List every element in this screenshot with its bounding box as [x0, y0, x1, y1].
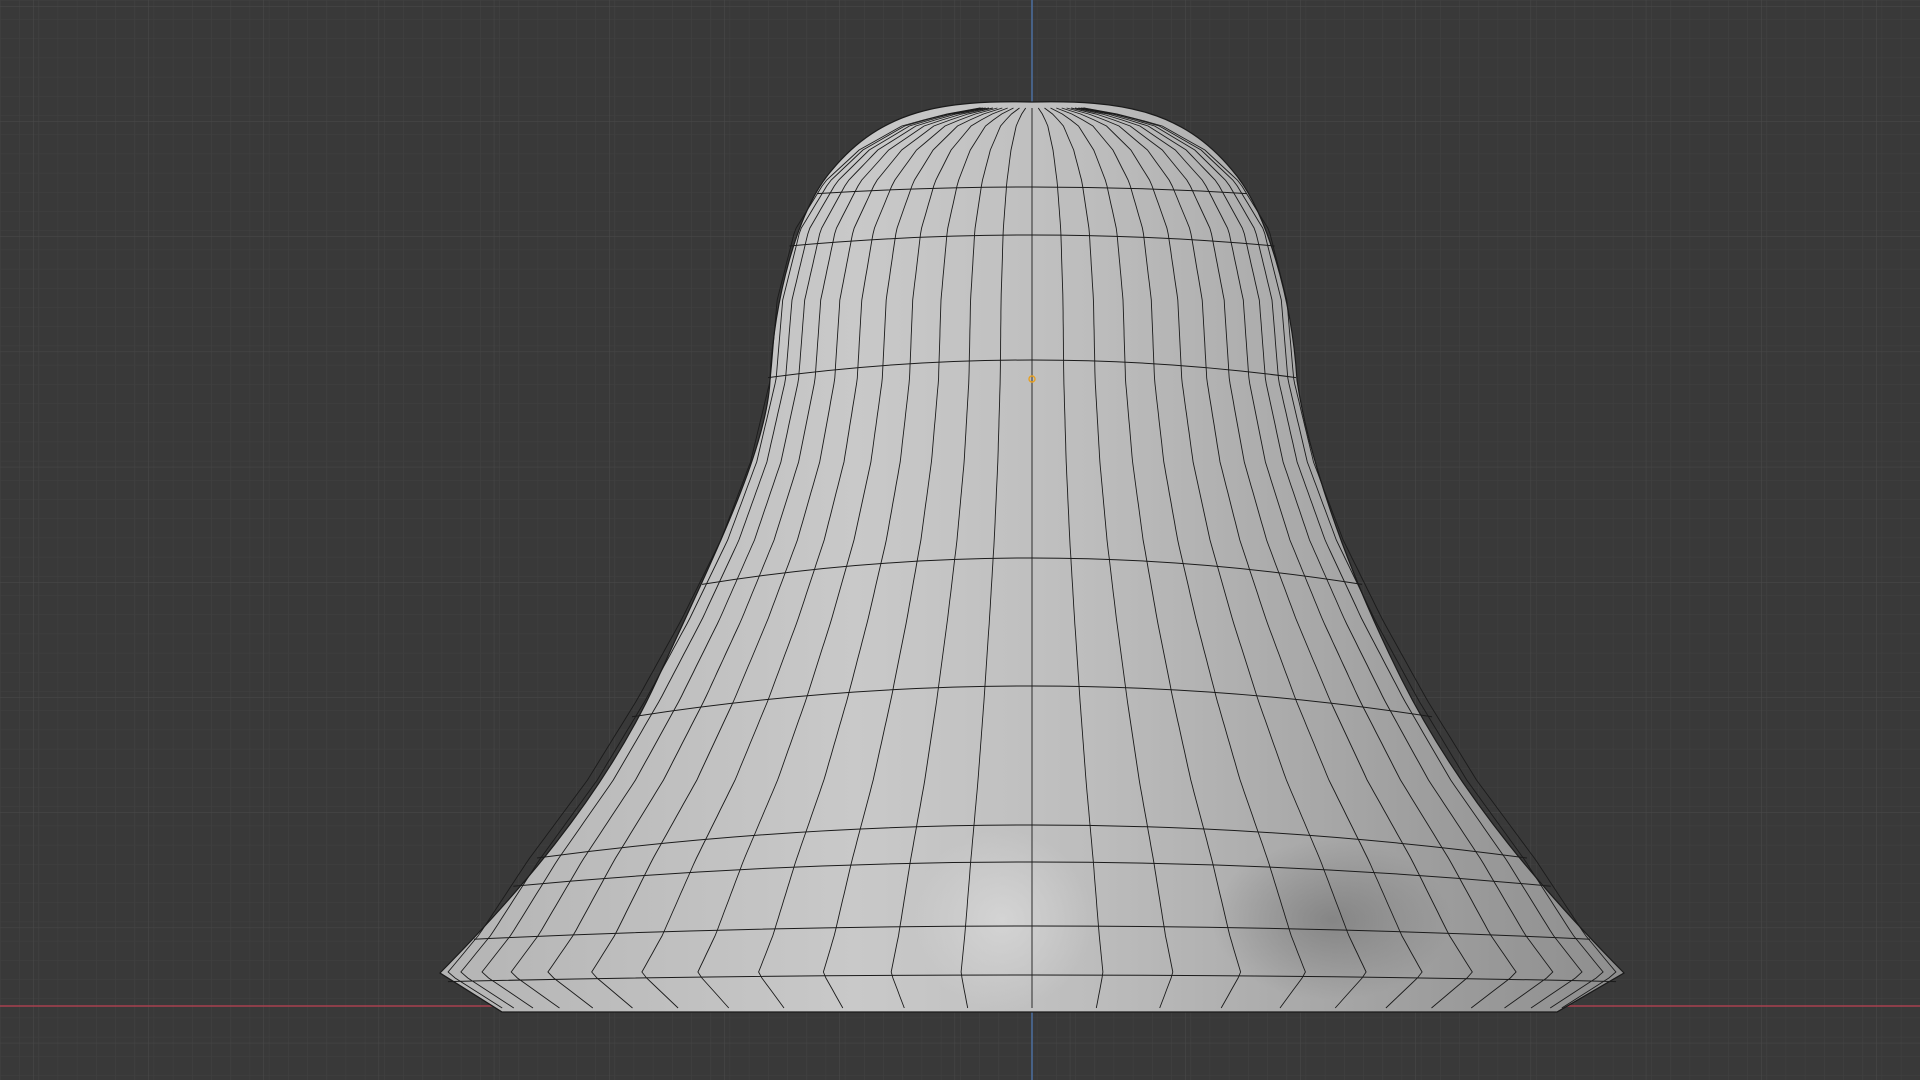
3d-viewport[interactable] [0, 0, 1920, 1080]
mesh-highlight [912, 830, 1092, 1010]
viewport-canvas[interactable] [0, 0, 1920, 1080]
